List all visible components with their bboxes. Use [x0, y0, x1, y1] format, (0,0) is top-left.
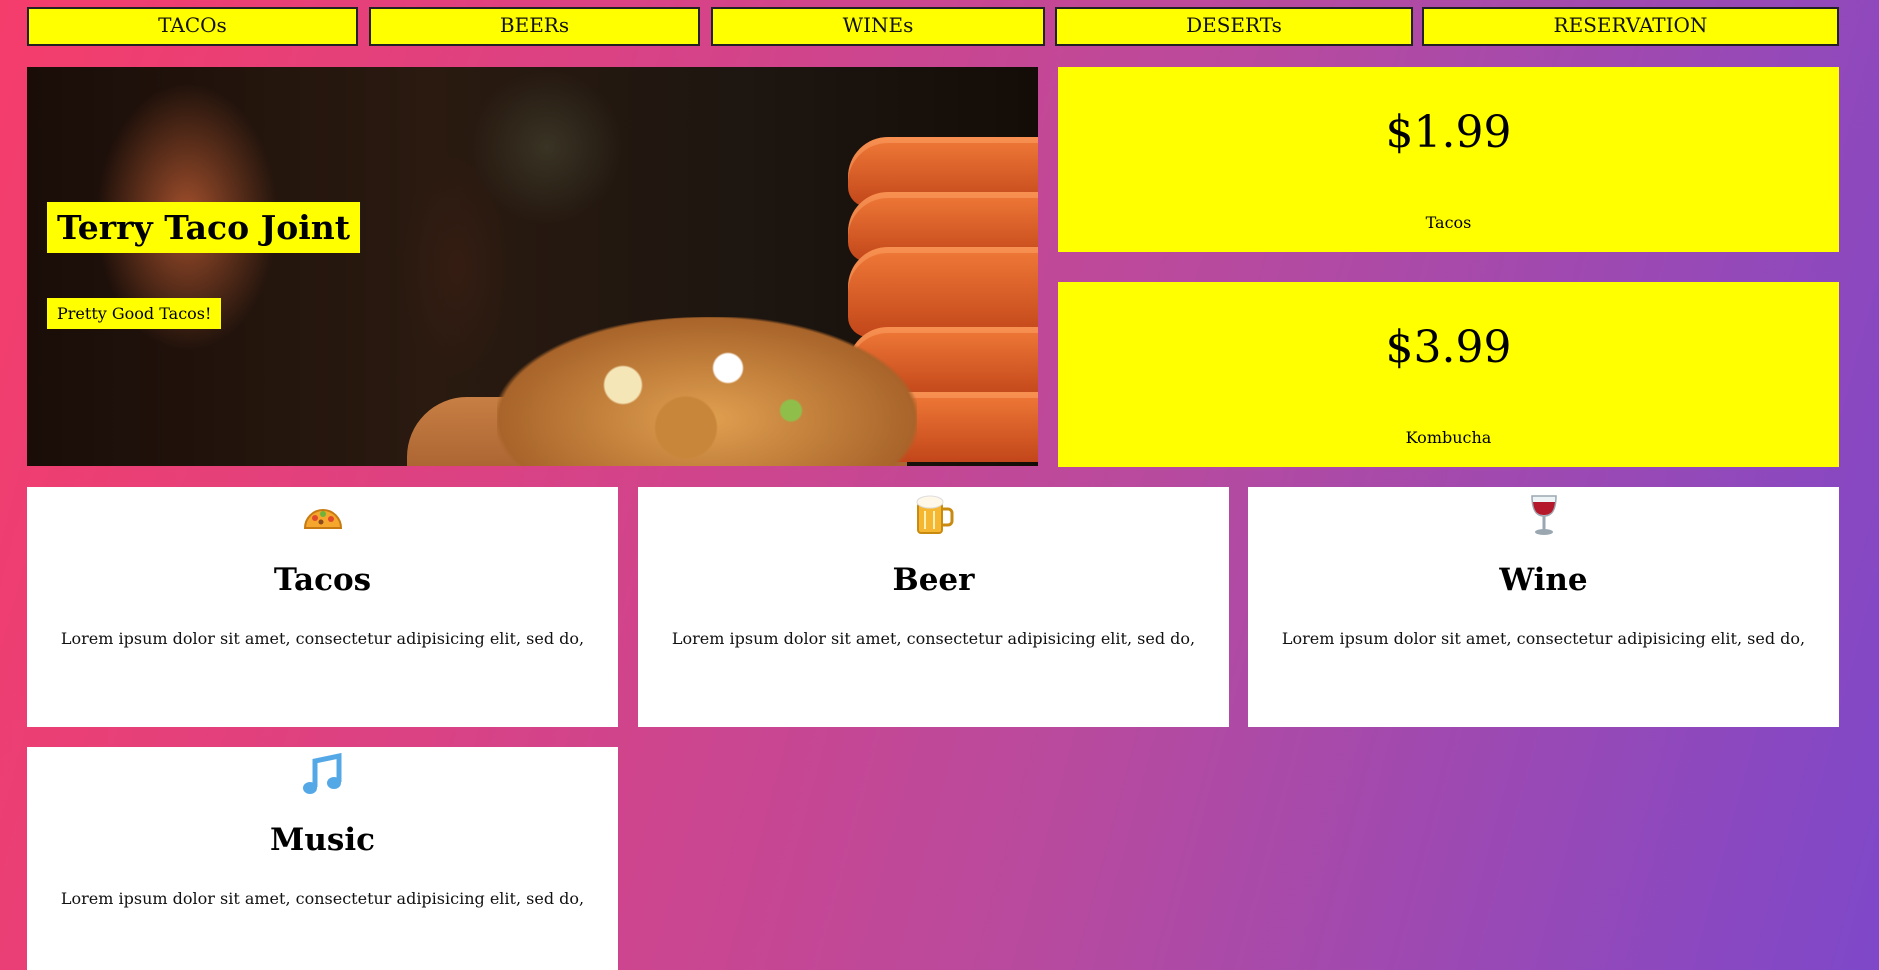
- nav-tacos[interactable]: TACOs: [27, 7, 358, 46]
- wine-glass-icon: [1248, 493, 1839, 537]
- feature-text: Lorem ipsum dolor sit amet, consectetur …: [1281, 629, 1806, 648]
- top-nav: TACOs BEERs WINEs DESERTs RESERVATION: [27, 7, 1839, 46]
- price-label: Tacos: [1425, 213, 1472, 232]
- nav-beers[interactable]: BEERs: [369, 7, 700, 46]
- hero-title: Terry Taco Joint: [47, 202, 360, 253]
- feature-card-music: Music Lorem ipsum dolor sit amet, consec…: [27, 747, 618, 970]
- nav-reservation[interactable]: RESERVATION: [1422, 7, 1839, 46]
- nav-wines[interactable]: WINEs: [711, 7, 1045, 46]
- feature-text: Lorem ipsum dolor sit amet, consectetur …: [60, 629, 585, 648]
- price-label: Kombucha: [1405, 428, 1492, 447]
- feature-card-beer: Beer Lorem ipsum dolor sit amet, consect…: [638, 487, 1229, 727]
- hero-subtitle: Pretty Good Tacos!: [47, 298, 222, 329]
- price-amount: $3.99: [1385, 322, 1512, 373]
- feature-text: Lorem ipsum dolor sit amet, consectetur …: [60, 889, 585, 908]
- feature-title: Tacos: [273, 562, 372, 598]
- price-amount: $1.99: [1385, 107, 1512, 158]
- feature-title: Wine: [1499, 562, 1588, 598]
- beer-mug-icon: [638, 493, 1229, 537]
- music-note-icon: [27, 753, 618, 797]
- nav-deserts[interactable]: DESERTs: [1055, 7, 1413, 46]
- hero-image-tacos: [497, 317, 917, 466]
- price-card-kombucha: $3.99 Kombucha: [1058, 282, 1839, 467]
- hero-banner: Terry Taco Joint Pretty Good Tacos!: [27, 67, 1038, 466]
- taco-icon: [27, 493, 618, 537]
- feature-card-wine: Wine Lorem ipsum dolor sit amet, consect…: [1248, 487, 1839, 727]
- feature-title: Music: [270, 822, 375, 858]
- feature-card-tacos: Tacos Lorem ipsum dolor sit amet, consec…: [27, 487, 618, 727]
- price-card-tacos: $1.99 Tacos: [1058, 67, 1839, 252]
- feature-title: Beer: [892, 562, 975, 598]
- feature-text: Lorem ipsum dolor sit amet, consectetur …: [671, 629, 1196, 648]
